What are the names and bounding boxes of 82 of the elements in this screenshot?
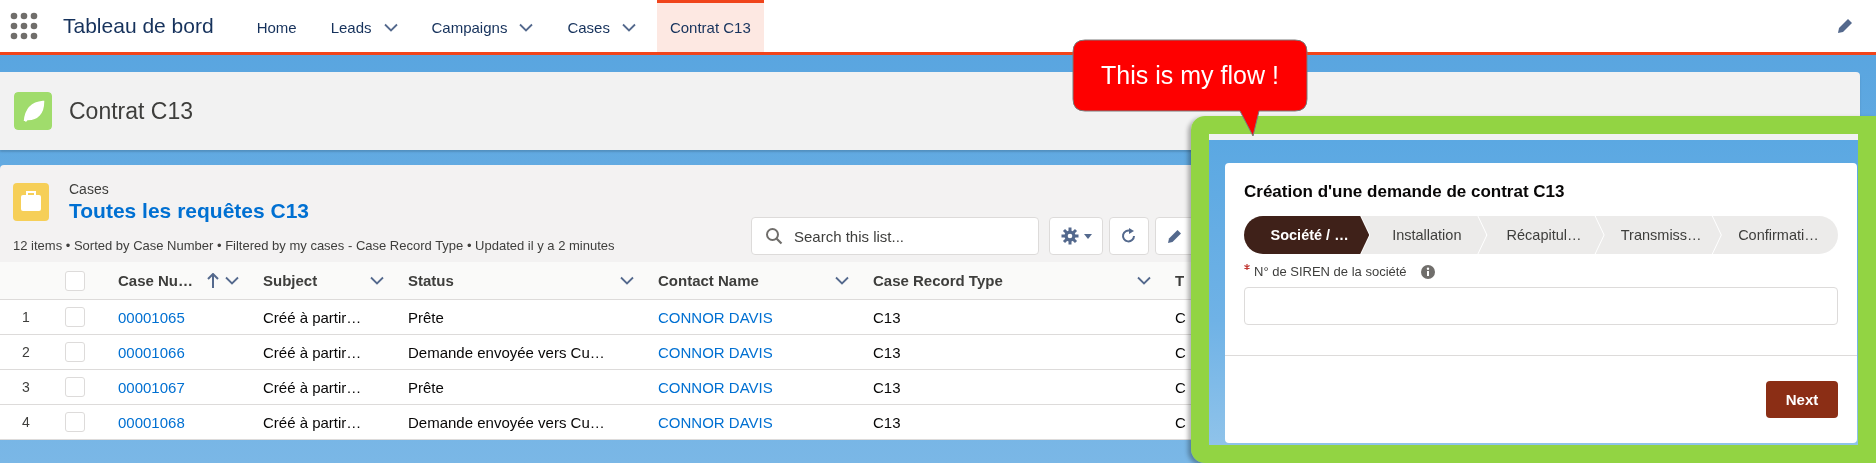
pencil-icon [1167, 228, 1183, 244]
flow-title: Création d'une demande de contrat C13 [1244, 182, 1566, 202]
page-title: Contrat C13 [69, 97, 193, 125]
sort-arrow-icon[interactable] [207, 273, 219, 288]
chevron-down-icon[interactable] [370, 276, 384, 285]
table-cell: C [1175, 343, 1186, 361]
list-view-title[interactable]: Toutes les requêtes C13 [69, 199, 310, 223]
table-cell: C [1175, 308, 1186, 326]
table-cell: Créé à partir… [263, 308, 362, 326]
column-header[interactable]: Status [408, 272, 454, 289]
table-cell: C [1175, 413, 1186, 431]
column-header[interactable]: Case Record Type [873, 272, 1003, 289]
path-step: Confirmati… [1712, 216, 1838, 254]
table-cell: Demande envoyée vers Cu… [408, 413, 605, 431]
table-cell: Créé à partir… [263, 378, 362, 396]
nav-tab[interactable]: Campaigns [418, 0, 547, 52]
column-header[interactable]: T [1175, 272, 1185, 289]
path-step: Société / … [1244, 216, 1370, 254]
callout-text: This is my flow ! [1101, 61, 1279, 89]
briefcase-icon [13, 183, 49, 221]
checkbox[interactable] [65, 377, 85, 397]
path-step: Installation [1361, 216, 1487, 254]
table-cell: Prête [408, 308, 444, 326]
chevron-down-icon[interactable] [383, 23, 398, 32]
app-name: Tableau de bord [63, 14, 214, 38]
table-cell: C13 [873, 343, 901, 361]
chevron-down-icon[interactable] [519, 23, 534, 32]
contact-link[interactable]: CONNOR DAVIS [658, 413, 773, 431]
contact-link[interactable]: CONNOR DAVIS [658, 378, 773, 396]
field-label: N° de SIREN de la société [1254, 264, 1407, 279]
column-header[interactable]: Case Nu… [118, 272, 194, 289]
table-cell: Prête [408, 378, 444, 396]
path-step: Transmiss… [1595, 216, 1721, 254]
row-number: 2 [22, 344, 30, 360]
search-icon [765, 227, 783, 245]
column-header[interactable]: Contact Name [658, 272, 759, 289]
checkbox[interactable] [65, 307, 85, 327]
chevron-down-icon[interactable] [835, 276, 849, 285]
column-header[interactable]: Subject [263, 272, 318, 289]
settings-button[interactable] [1049, 217, 1103, 255]
table-cell: C13 [873, 413, 901, 431]
info-icon[interactable] [1420, 264, 1435, 279]
case-number-link[interactable]: 00001066 [118, 343, 185, 361]
chevron-down-icon[interactable] [225, 276, 239, 285]
app-launcher-icon[interactable] [10, 12, 38, 40]
caret-icon [1083, 233, 1092, 239]
next-button[interactable]: Next [1766, 381, 1838, 418]
edit-button[interactable] [1155, 217, 1191, 255]
table-cell: C [1175, 378, 1186, 396]
path-step: Récapitul… [1478, 216, 1604, 254]
chevron-down-icon[interactable] [620, 276, 634, 285]
nav-tab[interactable]: Leads [317, 0, 411, 52]
checkbox[interactable] [65, 270, 85, 291]
chevron-down-icon[interactable] [1137, 276, 1151, 285]
object-label: Cases [69, 181, 110, 197]
refresh-icon [1121, 228, 1137, 244]
contact-link[interactable]: CONNOR DAVIS [658, 308, 773, 326]
nav-tab[interactable]: Contrat C13 [656, 0, 764, 52]
table-cell: Demande envoyée vers Cu… [408, 343, 605, 361]
table-cell: Créé à partir… [263, 343, 362, 361]
table-cell: C13 [873, 308, 901, 326]
list-summary: 12 items • Sorted by Case Number • Filtered by my cases - Case Record Type • Updated il y a 2 minutes [13, 238, 615, 255]
row-number: 4 [22, 414, 30, 430]
case-number-link[interactable]: 00001065 [118, 308, 185, 326]
leaf-icon [14, 92, 52, 130]
table-cell: Créé à partir… [263, 413, 362, 431]
gear-icon [1060, 227, 1079, 245]
input-field[interactable] [1244, 287, 1838, 325]
search-field[interactable]: Search this list... [751, 217, 1039, 255]
refresh-button[interactable] [1109, 217, 1149, 255]
checkbox[interactable] [65, 342, 85, 362]
chevron-down-icon[interactable] [621, 23, 636, 32]
table-cell: C13 [873, 378, 901, 396]
contact-link[interactable]: CONNOR DAVIS [658, 343, 773, 361]
row-number: 3 [22, 379, 30, 395]
case-number-link[interactable]: 00001067 [118, 378, 185, 396]
checkbox[interactable] [65, 412, 85, 432]
row-number: 1 [22, 309, 30, 325]
pencil-icon[interactable] [1836, 17, 1854, 35]
nav-tab[interactable]: Home [243, 0, 310, 52]
case-number-link[interactable]: 00001068 [118, 413, 185, 431]
nav-tab[interactable]: Cases [554, 0, 649, 52]
